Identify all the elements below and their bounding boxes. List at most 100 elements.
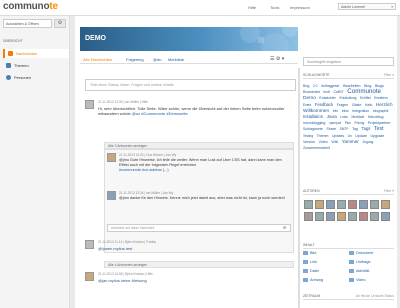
tag-link[interactable]: Version — [303, 140, 315, 144]
tab-following[interactable]: Folgeeing — [123, 56, 147, 63]
tag-link[interactable]: Projektpartner — [368, 121, 391, 125]
tag-link[interactable]: Gäste — [352, 103, 362, 107]
avatar[interactable] — [304, 212, 313, 221]
tag-link[interactable]: Themen — [317, 134, 329, 138]
avatar[interactable] — [359, 200, 368, 209]
avatar[interactable] — [315, 212, 324, 221]
tag-link[interactable]: Demo — [303, 96, 316, 101]
tag-link[interactable]: Links — [340, 115, 347, 119]
sidebar-item-messages[interactable]: Nachrichten — [3, 49, 69, 58]
tag-link[interactable]: microblogging — [303, 121, 325, 125]
compose-input[interactable]: Teile einen Status, Ideen, Fragen und an… — [85, 79, 296, 91]
avatar[interactable] — [359, 212, 368, 221]
tag-link[interactable]: Test — [374, 126, 384, 132]
avatar[interactable] — [107, 191, 116, 200]
tag-link[interactable]: Video — [319, 140, 328, 144]
send-icon[interactable]: ✉ — [283, 225, 286, 230]
tag-link[interactable]: Info — [333, 109, 338, 113]
sidebar-item-people[interactable]: Personen — [3, 73, 69, 82]
avatar[interactable] — [348, 212, 357, 221]
tag-link[interactable]: Updates — [332, 134, 344, 138]
tag-link[interactable]: brott — [323, 90, 329, 94]
tools-link[interactable]: Tools — [270, 5, 279, 10]
tag-link[interactable]: Microblog — [368, 115, 384, 119]
avatar[interactable] — [381, 200, 390, 209]
tag-link[interactable]: openpoll — [329, 121, 341, 125]
tag-link[interactable]: Update — [355, 134, 367, 138]
tag-link[interactable]: Erweitern — [374, 96, 387, 100]
avatar[interactable] — [85, 272, 94, 281]
tag-link[interactable]: Pricing — [355, 121, 365, 125]
avatar[interactable] — [370, 212, 379, 221]
tag-link[interactable]: Schlagworte — [303, 127, 323, 131]
tab-mentions[interactable]: @du — [150, 56, 165, 63]
scrollbar[interactable] — [298, 68, 300, 308]
tag-link[interactable]: Tags — [362, 126, 371, 131]
content-filter-dokument[interactable]: Dokument — [349, 251, 393, 255]
tag-link[interactable]: Fragen — [337, 103, 348, 107]
communote-logo[interactable]: communote — [3, 1, 58, 12]
search-input[interactable]: Suchbegriff eingeben — [303, 57, 394, 66]
tag-link[interactable]: Entwickler — [319, 96, 335, 100]
reply-input[interactable]: Antworte auf diese Nachricht — [107, 224, 291, 232]
avatar[interactable] — [107, 153, 116, 162]
content-filter-video[interactable]: Video — [349, 278, 393, 282]
avatar[interactable] — [381, 212, 390, 221]
user-menu[interactable]: Admin Lommel ▾ — [338, 3, 396, 10]
show-replies-link[interactable]: Alle 3 Antworten anzeigen — [104, 142, 294, 149]
help-link[interactable]: Hilfe — [248, 5, 256, 10]
tag-link[interactable]: Feedback — [315, 102, 333, 107]
authors-filter[interactable]: Filter ▾ — [384, 189, 394, 193]
tag-link[interactable]: Entwicklung — [339, 96, 356, 100]
avatar[interactable] — [85, 240, 94, 249]
tag-link[interactable]: CeBIT — [333, 90, 343, 94]
avatar[interactable] — [85, 100, 94, 109]
tag-link[interactable]: Zusammenarbeit — [303, 146, 330, 150]
tag-link[interactable]: Auftraggeber — [321, 84, 339, 88]
view-options-icon[interactable]: ☰ ⚙ ▾ — [270, 56, 284, 62]
avatar[interactable] — [337, 212, 346, 221]
tag-link[interactable]: Blog — [303, 84, 309, 88]
tag-link[interactable]: Communote — [347, 88, 381, 95]
tag-link[interactable]: Installation — [303, 114, 323, 119]
tag-link[interactable]: Event — [303, 103, 311, 107]
tag-link[interactable]: Merkliste — [352, 115, 365, 119]
tag-link[interactable]: Plus — [345, 121, 351, 125]
time-filter[interactable]: Ab Heute | Ansicht Status — [356, 294, 394, 298]
tag-link[interactable]: Wiki — [331, 140, 338, 144]
tag-link[interactable]: Zugang — [362, 140, 373, 144]
tag-link[interactable]: 2.0 — [313, 84, 317, 88]
avatar[interactable] — [304, 200, 313, 209]
tag-link[interactable]: Share — [326, 127, 336, 131]
avatar[interactable] — [370, 200, 379, 209]
content-filter-link[interactable]: Link — [303, 260, 347, 264]
tag-link[interactable]: Integration — [352, 109, 369, 113]
tag-link[interactable]: Testing — [303, 134, 313, 138]
content-filter-anhang[interactable]: Anhang — [303, 278, 347, 282]
imprint-link[interactable]: Impressum — [290, 5, 310, 10]
tag-link[interactable]: Eröffet — [360, 96, 371, 100]
tab-watchlist[interactable]: Merkliste — [165, 56, 187, 63]
tag-link[interactable]: SMTP — [340, 127, 349, 131]
tag-link[interactable]: Herzlich — [376, 102, 393, 107]
tag-link[interactable]: Infos — [342, 109, 349, 113]
content-filter-aktivität[interactable]: Aktivität — [349, 269, 393, 273]
tag-link[interactable]: Un — [348, 134, 352, 138]
avatar[interactable] — [315, 200, 324, 209]
avatar[interactable] — [326, 212, 335, 221]
topic-select[interactable]: Auswählen & Öffnen — [3, 19, 52, 28]
content-filter-bild[interactable]: Bild — [303, 251, 347, 255]
avatar[interactable] — [326, 200, 335, 209]
tag-link[interactable]: Browsertest — [303, 90, 320, 94]
tag-link[interactable]: Java — [327, 115, 337, 120]
show-replies-link[interactable]: Alle 4 Antworten anzeigen — [104, 261, 294, 268]
content-filter-datei[interactable]: Datei — [303, 269, 347, 273]
tag-link[interactable]: Yammer — [342, 139, 359, 144]
gear-icon[interactable]: ⚙ — [54, 19, 66, 28]
tag-link[interactable]: Hallo — [365, 103, 372, 107]
tag-link[interactable]: Upgrade — [370, 134, 384, 138]
content-filter-umfrage[interactable]: Umfrage — [349, 260, 393, 264]
avatar[interactable] — [348, 200, 357, 209]
tag-link[interactable]: Tag — [352, 127, 358, 131]
tags-filter[interactable]: Filter ▾ — [384, 73, 394, 77]
